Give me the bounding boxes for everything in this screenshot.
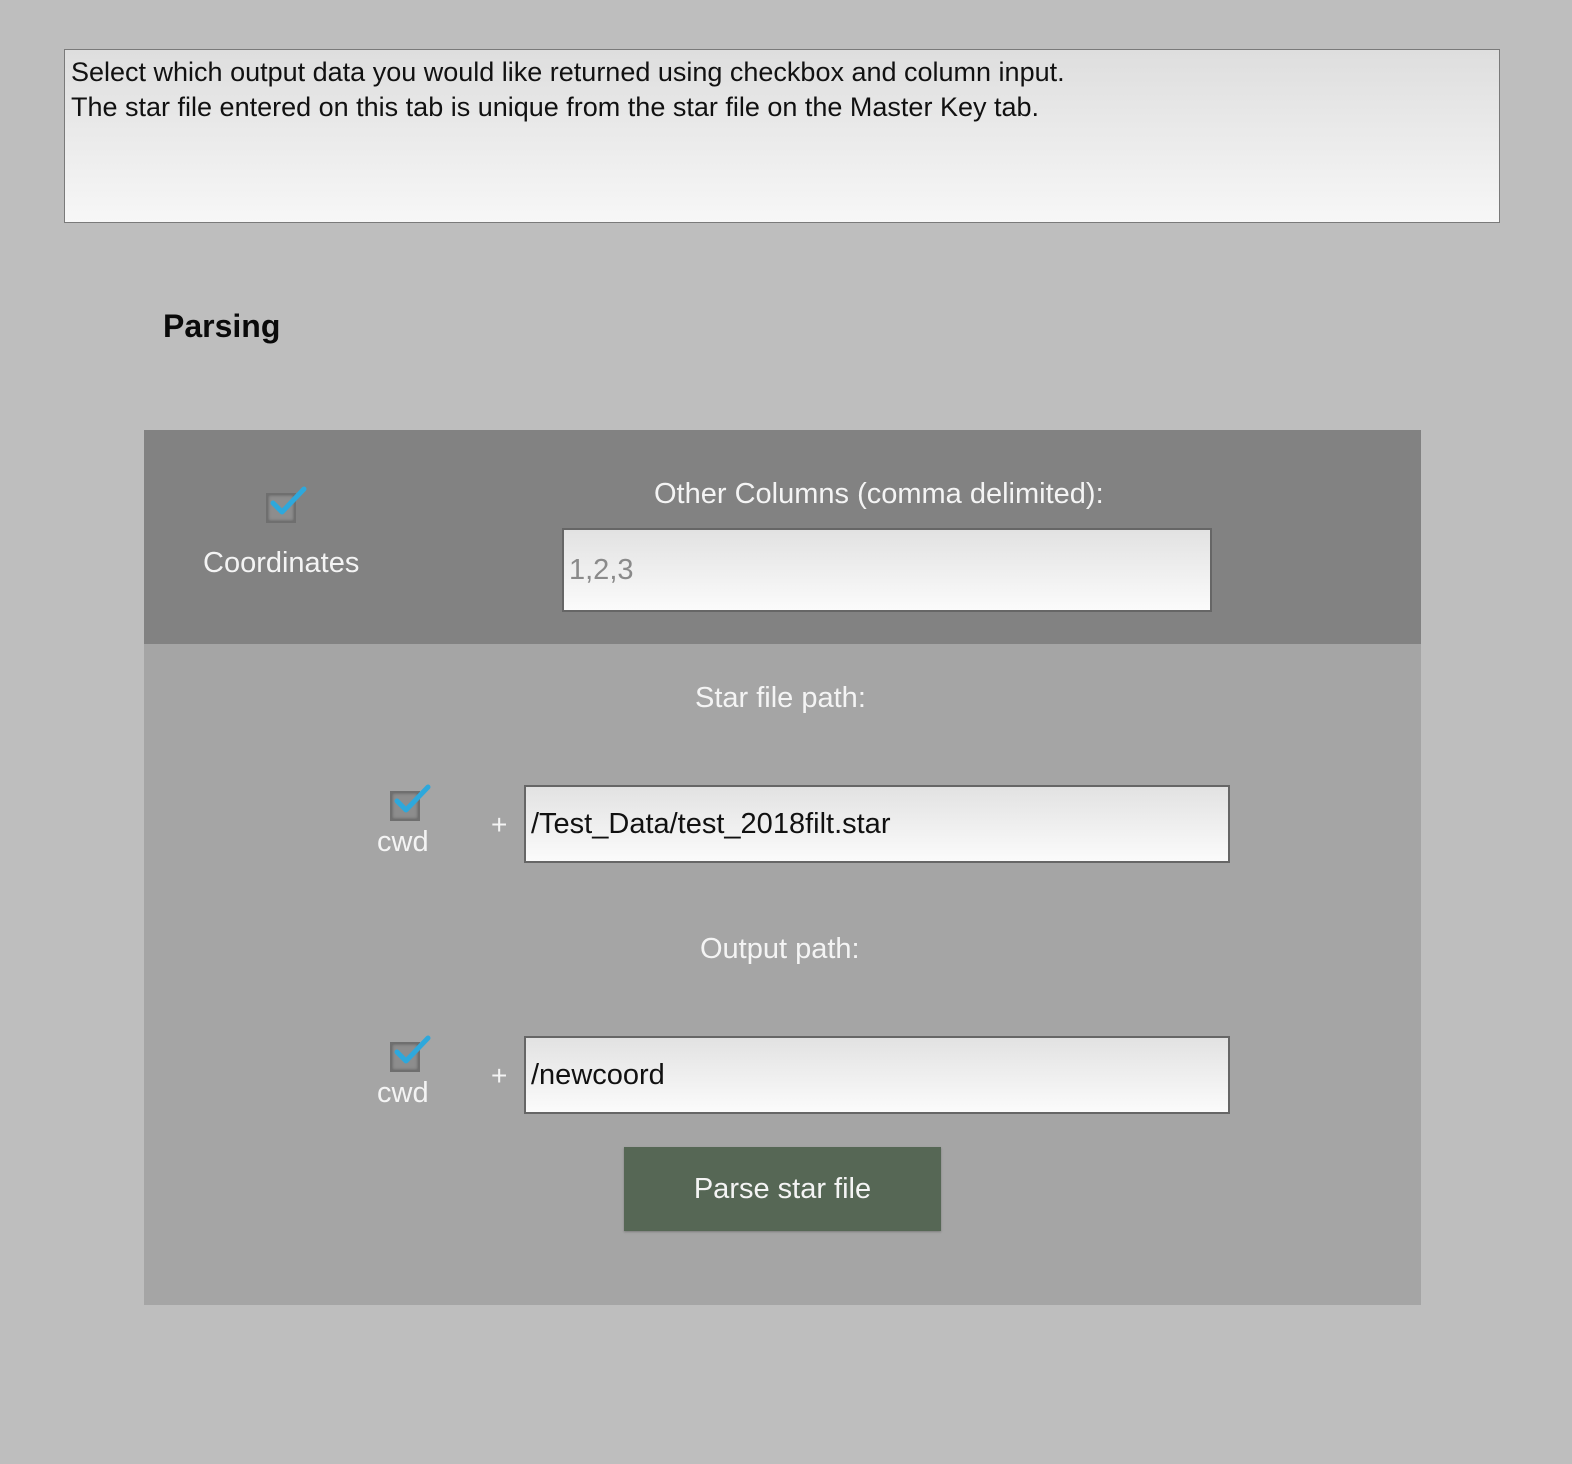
checkmark-icon (394, 784, 431, 813)
parsing-panel: Coordinates Other Columns (comma delimit… (144, 430, 1421, 1305)
star-file-plus-sign: + (491, 809, 508, 840)
output-plus-sign: + (491, 1060, 508, 1091)
output-cwd-checkbox[interactable] (390, 1035, 431, 1072)
output-cwd-label: cwd (377, 1077, 429, 1109)
parse-star-file-button[interactable]: Parse star file (624, 1147, 941, 1231)
checkmark-icon (394, 1035, 431, 1064)
output-path-label: Output path: (700, 933, 860, 965)
star-file-cwd-checkbox[interactable] (390, 784, 431, 821)
output-path-input[interactable] (524, 1036, 1230, 1114)
instructions-line-2: The star file entered on this tab is uni… (71, 92, 1040, 122)
column-selection-row: Coordinates Other Columns (comma delimit… (144, 430, 1421, 644)
star-file-path-input[interactable] (524, 785, 1230, 863)
instructions-line-1: Select which output data you would like … (71, 57, 1065, 87)
other-columns-input[interactable] (562, 528, 1212, 612)
checkmark-icon (270, 486, 307, 515)
coordinates-label: Coordinates (203, 547, 360, 579)
other-columns-label: Other Columns (comma delimited): (654, 478, 1104, 510)
star-file-cwd-label: cwd (377, 826, 429, 858)
star-file-path-label: Star file path: (695, 682, 866, 714)
coordinates-checkbox[interactable] (266, 486, 307, 523)
instructions-box: Select which output data you would like … (64, 49, 1500, 223)
section-title: Parsing (163, 308, 281, 344)
